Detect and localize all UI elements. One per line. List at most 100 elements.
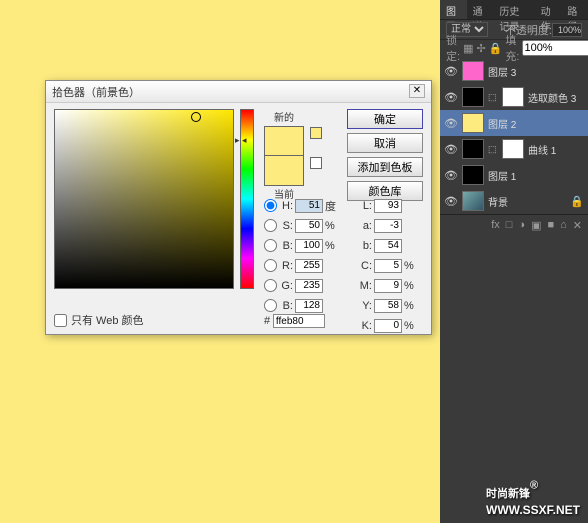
- folder-icon[interactable]: ⌂: [560, 219, 567, 232]
- hue-slider-thumb[interactable]: ▸ ◂: [235, 135, 259, 143]
- s-radio[interactable]: [264, 219, 277, 232]
- l-input[interactable]: [374, 199, 402, 213]
- dialog-title: 拾色器（前景色）: [46, 81, 431, 103]
- dialog-close-button[interactable]: ✕: [409, 84, 425, 98]
- new-color-label: 新的: [262, 109, 306, 124]
- tab-channels[interactable]: 通道: [467, 0, 494, 19]
- b-input[interactable]: [295, 239, 323, 253]
- adjustment-icon[interactable]: ◑: [518, 219, 525, 232]
- c-label: C:: [358, 260, 372, 272]
- b-label: B:: [279, 240, 293, 252]
- cancel-button[interactable]: 取消: [347, 133, 423, 153]
- new-layer-icon[interactable]: ■: [547, 219, 554, 232]
- fill-label: 填充:: [505, 32, 519, 64]
- layer-name[interactable]: 背景: [488, 194, 566, 209]
- opacity-input[interactable]: [552, 23, 582, 37]
- b-unit: %: [325, 240, 339, 252]
- s-label: S:: [279, 220, 293, 232]
- layer-thumb[interactable]: [462, 113, 484, 133]
- b-radio[interactable]: [264, 239, 277, 252]
- layer-thumb[interactable]: [462, 165, 484, 185]
- h-radio[interactable]: [264, 199, 277, 212]
- layer-mask-thumb[interactable]: [502, 139, 524, 159]
- hex-prefix: #: [264, 315, 270, 327]
- panel-tabs: 图层 通道 历史记录 动作 路径: [440, 0, 588, 20]
- layer-thumb[interactable]: [462, 191, 484, 211]
- m-label: M:: [358, 280, 372, 292]
- layer-name[interactable]: 曲线 1: [528, 142, 584, 157]
- r-input[interactable]: [295, 259, 323, 273]
- a-input[interactable]: [374, 219, 402, 233]
- tab-history[interactable]: 历史记录: [493, 0, 534, 19]
- lock-all-icon[interactable]: 🔒: [489, 42, 503, 55]
- h-unit: 度: [325, 198, 339, 214]
- add-swatch-button[interactable]: 添加到色板: [347, 157, 423, 177]
- m-input[interactable]: [374, 279, 402, 293]
- c-input[interactable]: [374, 259, 402, 273]
- visibility-icon[interactable]: 👁: [444, 168, 458, 182]
- websafe-swatch[interactable]: [310, 157, 322, 169]
- s-unit: %: [325, 220, 339, 232]
- color-picker-dialog: 拾色器（前景色） ✕ ▸ ◂ 新的 当前 确定 取消 添加到色板 颜色库 H:度…: [45, 80, 432, 335]
- visibility-icon[interactable]: 👁: [444, 64, 458, 78]
- color-cursor[interactable]: [191, 112, 201, 122]
- group-icon[interactable]: ▣: [531, 219, 541, 232]
- color-field[interactable]: [54, 109, 234, 289]
- trash-icon[interactable]: ✕: [573, 219, 582, 232]
- layer-name[interactable]: 图层 2: [488, 116, 584, 131]
- y-label: Y:: [358, 300, 372, 312]
- y-input[interactable]: [374, 299, 402, 313]
- new-color-swatch: [264, 126, 304, 156]
- lb-input[interactable]: [374, 239, 402, 253]
- layer-name[interactable]: 图层 3: [488, 64, 584, 79]
- bb-input[interactable]: [295, 299, 323, 313]
- layer-row[interactable]: 👁 背景 🔒: [440, 188, 588, 214]
- mask-icon[interactable]: □: [506, 219, 513, 232]
- ok-button[interactable]: 确定: [347, 109, 423, 129]
- lb-label: b:: [358, 240, 372, 252]
- visibility-icon[interactable]: 👁: [444, 194, 458, 208]
- lock-position-icon[interactable]: ✢: [476, 42, 485, 55]
- tab-actions[interactable]: 动作: [535, 0, 562, 19]
- lock-label: 锁定:: [446, 32, 460, 64]
- s-input[interactable]: [295, 219, 323, 233]
- g-input[interactable]: [295, 279, 323, 293]
- web-only-checkbox[interactable]: [54, 314, 67, 327]
- tab-layers[interactable]: 图层: [440, 0, 467, 19]
- k-input[interactable]: [374, 319, 402, 333]
- r-radio[interactable]: [264, 259, 277, 272]
- layer-thumb[interactable]: [462, 61, 484, 81]
- layer-thumb[interactable]: [462, 87, 484, 107]
- a-label: a:: [358, 220, 372, 232]
- layer-row[interactable]: 👁 图层 2: [440, 110, 588, 136]
- lock-pixels-icon[interactable]: ▦: [463, 42, 473, 55]
- visibility-icon[interactable]: 👁: [444, 142, 458, 156]
- fx-icon[interactable]: fx: [491, 219, 500, 232]
- layers-panel: 图层 通道 历史记录 动作 路径 正常 不透明度: 锁定: ▦ ✢ 🔒 填充: …: [440, 0, 588, 523]
- h-input[interactable]: [295, 199, 323, 213]
- layer-thumb[interactable]: [462, 139, 484, 159]
- layer-mask-thumb[interactable]: [502, 87, 524, 107]
- bb-radio[interactable]: [264, 299, 277, 312]
- fill-input[interactable]: [522, 40, 588, 56]
- layer-name[interactable]: 选取颜色 3: [528, 90, 584, 105]
- bb-label: B:: [279, 300, 293, 312]
- layer-row[interactable]: 👁 ⬚ 曲线 1: [440, 136, 588, 162]
- r-label: R:: [279, 260, 293, 272]
- k-label: K:: [358, 320, 372, 332]
- visibility-icon[interactable]: 👁: [444, 90, 458, 104]
- l-label: L:: [358, 200, 372, 212]
- lock-icon: 🔒: [570, 195, 584, 208]
- layers-list: 👁 图层 3 👁 ⬚ 选取颜色 3 👁 图层 2 👁 ⬚ 曲线 1 👁 图层 1 👁 背景 🔒: [440, 56, 588, 214]
- layer-name[interactable]: 图层 1: [488, 168, 584, 183]
- link-icon: ⬚: [488, 92, 498, 103]
- current-color-swatch[interactable]: [264, 156, 304, 186]
- warning-swatch[interactable]: [310, 127, 322, 139]
- hex-input[interactable]: [273, 314, 325, 328]
- link-icon: ⬚: [488, 144, 498, 155]
- g-radio[interactable]: [264, 279, 277, 292]
- layer-row[interactable]: 👁 图层 1: [440, 162, 588, 188]
- layer-row[interactable]: 👁 ⬚ 选取颜色 3: [440, 84, 588, 110]
- tab-paths[interactable]: 路径: [561, 0, 588, 19]
- visibility-icon[interactable]: 👁: [444, 116, 458, 130]
